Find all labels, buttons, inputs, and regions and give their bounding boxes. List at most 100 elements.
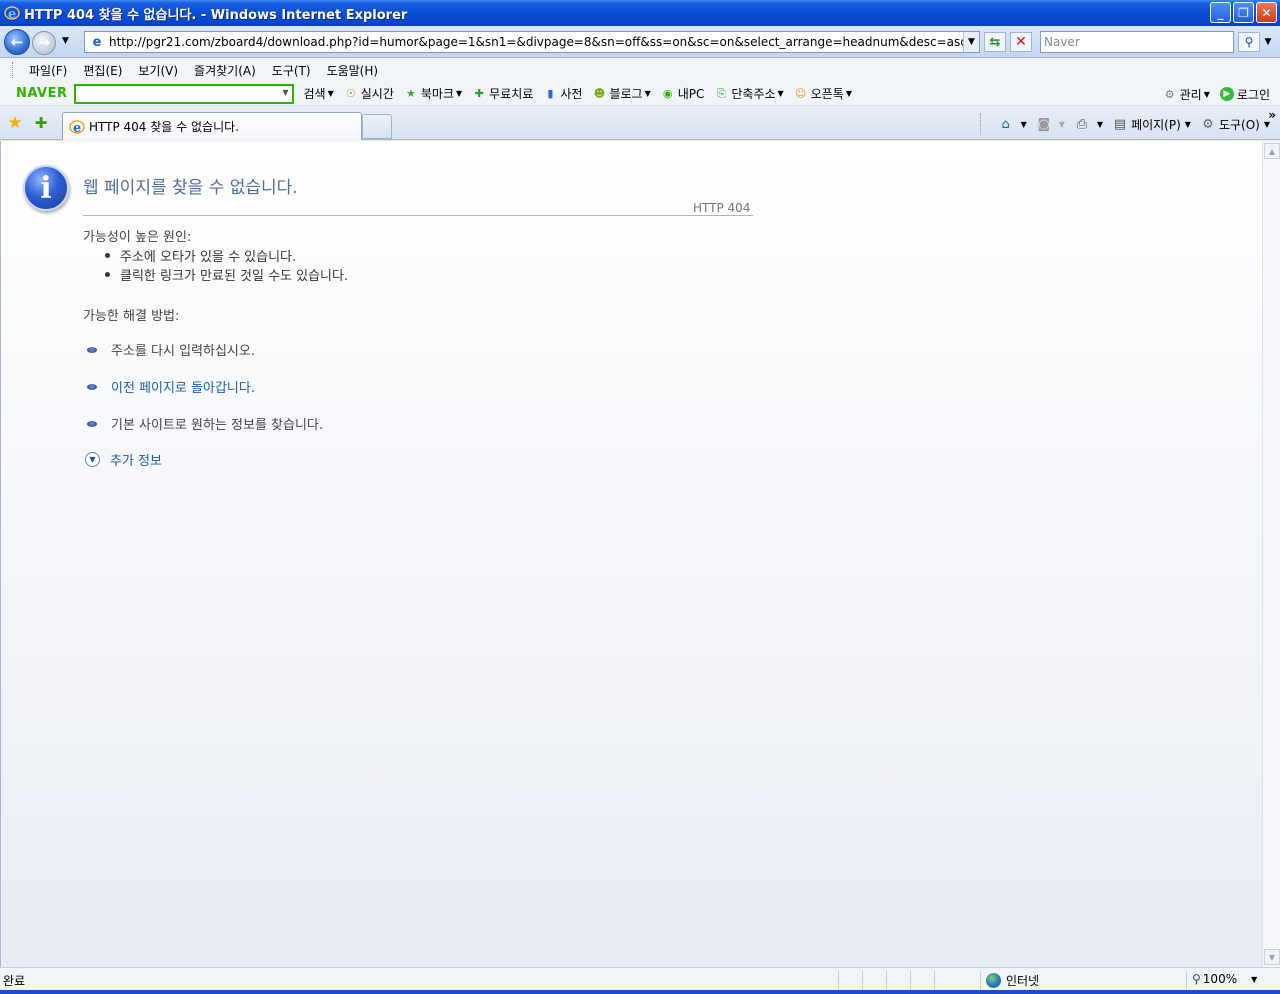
- tools-menu-label: 도구(O): [1218, 117, 1260, 132]
- magnifier-icon: ☉: [345, 87, 356, 100]
- overflow-chevron-icon[interactable]: »: [1268, 108, 1276, 122]
- menu-edit[interactable]: 편집(E): [75, 60, 130, 81]
- home-button[interactable]: ⌂ ▼: [997, 115, 1026, 133]
- address-dropdown[interactable]: ▼: [963, 32, 979, 52]
- title-divider: [83, 215, 753, 216]
- stop-button[interactable]: ✕: [1010, 32, 1032, 52]
- naver-item-short-url[interactable]: ⎘ 단축주소 ▼: [714, 85, 784, 102]
- svg-text:e: e: [73, 121, 81, 135]
- naver-item-label: 사전: [560, 87, 583, 101]
- page-title: 웹 페이지를 찾을 수 없습니다.: [83, 178, 298, 198]
- zoom-icon: ⚲: [1192, 972, 1201, 986]
- naver-logo: NAVER: [16, 86, 68, 101]
- tab-title: HTTP 404 찾을 수 없습니다.: [89, 120, 239, 134]
- new-tab-button[interactable]: [362, 114, 392, 139]
- refresh-button[interactable]: ⇆: [984, 32, 1006, 52]
- naver-manage-button[interactable]: ⚙ 관리 ▼: [1163, 86, 1210, 103]
- chevron-down-icon: ▼: [1264, 37, 1272, 47]
- favorites-star-icon[interactable]: ★: [6, 113, 24, 133]
- search-button[interactable]: ⚲: [1238, 32, 1260, 52]
- naver-login-button[interactable]: ▶ 로그인: [1219, 86, 1270, 103]
- solution-text: 기본 사이트로 원하는 정보를 찾습니다.: [111, 418, 324, 433]
- zoom-control[interactable]: ⚲ 100% ▼: [1192, 972, 1257, 986]
- search-input[interactable]: Naver: [1040, 31, 1234, 53]
- history-dropdown[interactable]: ▼: [62, 36, 69, 46]
- list-item: 주소에 오타가 있을 수 있습니다.: [105, 246, 348, 265]
- toolbar-grip[interactable]: [12, 62, 15, 78]
- cause-text: 클릭한 링크가 만료된 것일 수도 있습니다.: [120, 269, 349, 284]
- status-separator: [980, 971, 981, 990]
- search-options-dropdown[interactable]: ▼: [1262, 32, 1274, 52]
- gear-icon: ⚙: [1202, 116, 1214, 132]
- menu-tools[interactable]: 도구(T): [264, 60, 319, 81]
- naver-item-realtime[interactable]: ☉ 실시간: [344, 85, 394, 102]
- back-button[interactable]: ←: [4, 29, 30, 55]
- rss-icon: ◙: [1037, 116, 1051, 132]
- menu-bar: 파일(F) 편집(E) 보기(V) 즐겨찾기(A) 도구(T) 도움말(H): [0, 58, 1280, 82]
- minimize-button[interactable]: _: [1210, 2, 1231, 23]
- print-button[interactable]: ⎙ ▼: [1073, 115, 1103, 133]
- chevron-down-icon: ▼: [1096, 119, 1104, 129]
- url-text[interactable]: http://pgr21.com/zboard4/download.php?id…: [109, 35, 963, 49]
- scroll-up-arrow-icon[interactable]: ▲: [1264, 143, 1280, 159]
- tools-menu-button[interactable]: ⚙ 도구(O) ▼: [1199, 115, 1270, 133]
- naver-item-opentalk[interactable]: ☺ 오픈톡 ▼: [794, 85, 852, 102]
- globe-icon: [986, 973, 1001, 988]
- restore-button[interactable]: ❐: [1233, 2, 1254, 23]
- status-separator: [1186, 971, 1187, 990]
- naver-toolbar: NAVER ▼ 검색 ▼ ☉ 실시간 ★ 북마크 ▼ ✚ 무료치료 ▮ 사전 ☻ 블로그 ▼ ◉…: [0, 82, 1280, 106]
- plus-icon: ✚: [474, 87, 484, 100]
- chevron-down-icon: ▼: [1203, 89, 1210, 99]
- chevron-down-icon: ▼: [968, 37, 975, 47]
- naver-item-label: 실시간: [360, 87, 394, 101]
- security-zone[interactable]: 인터넷: [986, 972, 1039, 989]
- gear-icon: ⚙: [1164, 87, 1175, 101]
- naver-item-blog[interactable]: ☻ 블로그 ▼: [592, 85, 651, 102]
- status-separator: [838, 971, 839, 990]
- menu-file[interactable]: 파일(F): [21, 60, 75, 81]
- page-menu-label: 페이지(P): [1131, 117, 1181, 132]
- window-controls: _ ❐ ✕: [1210, 2, 1277, 23]
- menu-view[interactable]: 보기(V): [130, 60, 186, 81]
- more-info-toggle[interactable]: ▼ 추가 정보: [85, 450, 162, 469]
- naver-search-input[interactable]: ▼: [73, 83, 294, 104]
- chevron-down-icon: ▼: [62, 36, 69, 46]
- window-title: HTTP 404 찾을 수 없습니다. - Windows Internet E…: [24, 7, 408, 23]
- status-separator: [934, 971, 935, 990]
- chevron-down-icon: ▼: [845, 89, 852, 98]
- scroll-down-arrow-icon[interactable]: ▼: [1264, 949, 1280, 965]
- window-titlebar: e HTTP 404 찾을 수 없습니다. - Windows Internet…: [0, 0, 1280, 26]
- chevron-down-icon: ▼: [644, 89, 651, 98]
- solution-item-back: 이전 페이지로 돌아갑니다.: [87, 377, 255, 396]
- go-back-link[interactable]: 이전 페이지로 돌아갑니다.: [111, 377, 255, 396]
- naver-item-free-care[interactable]: ✚ 무료치료: [472, 85, 534, 102]
- stop-icon: ✕: [1015, 34, 1027, 50]
- vertical-scrollbar[interactable]: ▲ ▼: [1262, 141, 1280, 967]
- chevron-down-icon: ▼: [1184, 119, 1191, 129]
- printer-icon: ⎙: [1076, 116, 1088, 132]
- page-menu-button[interactable]: ▤ 페이지(P) ▼: [1111, 115, 1191, 133]
- feeds-button[interactable]: ◙ ▼: [1035, 115, 1064, 133]
- naver-search-button[interactable]: 검색 ▼: [304, 85, 334, 102]
- menu-help[interactable]: 도움말(H): [319, 60, 387, 81]
- solution-item: 기본 사이트로 원하는 정보를 찾습니다.: [87, 414, 323, 433]
- chevron-down-icon[interactable]: ▼: [282, 88, 288, 97]
- forward-button[interactable]: →: [32, 31, 56, 55]
- bullet-icon: [105, 272, 110, 277]
- naver-item-label: 무료치료: [489, 87, 534, 101]
- naver-login-label: 로그인: [1236, 87, 1270, 102]
- close-button[interactable]: ✕: [1256, 2, 1277, 23]
- info-icon: i: [23, 165, 69, 211]
- naver-item-bookmark[interactable]: ★ 북마크 ▼: [404, 85, 462, 102]
- ie-logo-icon: e: [69, 119, 85, 135]
- tab-active[interactable]: e HTTP 404 찾을 수 없습니다.: [62, 112, 362, 140]
- add-favorite-icon[interactable]: ✚: [32, 114, 50, 132]
- expand-down-icon: ▼: [85, 452, 100, 467]
- solutions-heading: 가능한 해결 방법:: [83, 309, 180, 324]
- naver-item-mypc[interactable]: ◉ 내PC: [661, 85, 704, 102]
- refresh-icon: ⇆: [989, 34, 1001, 50]
- menu-favorites[interactable]: 즐겨찾기(A): [186, 60, 264, 81]
- naver-item-dictionary[interactable]: ▮ 사전: [543, 85, 582, 102]
- address-field[interactable]: e http://pgr21.com/zboard4/download.php?…: [84, 31, 980, 53]
- bullet-icon: [87, 420, 97, 427]
